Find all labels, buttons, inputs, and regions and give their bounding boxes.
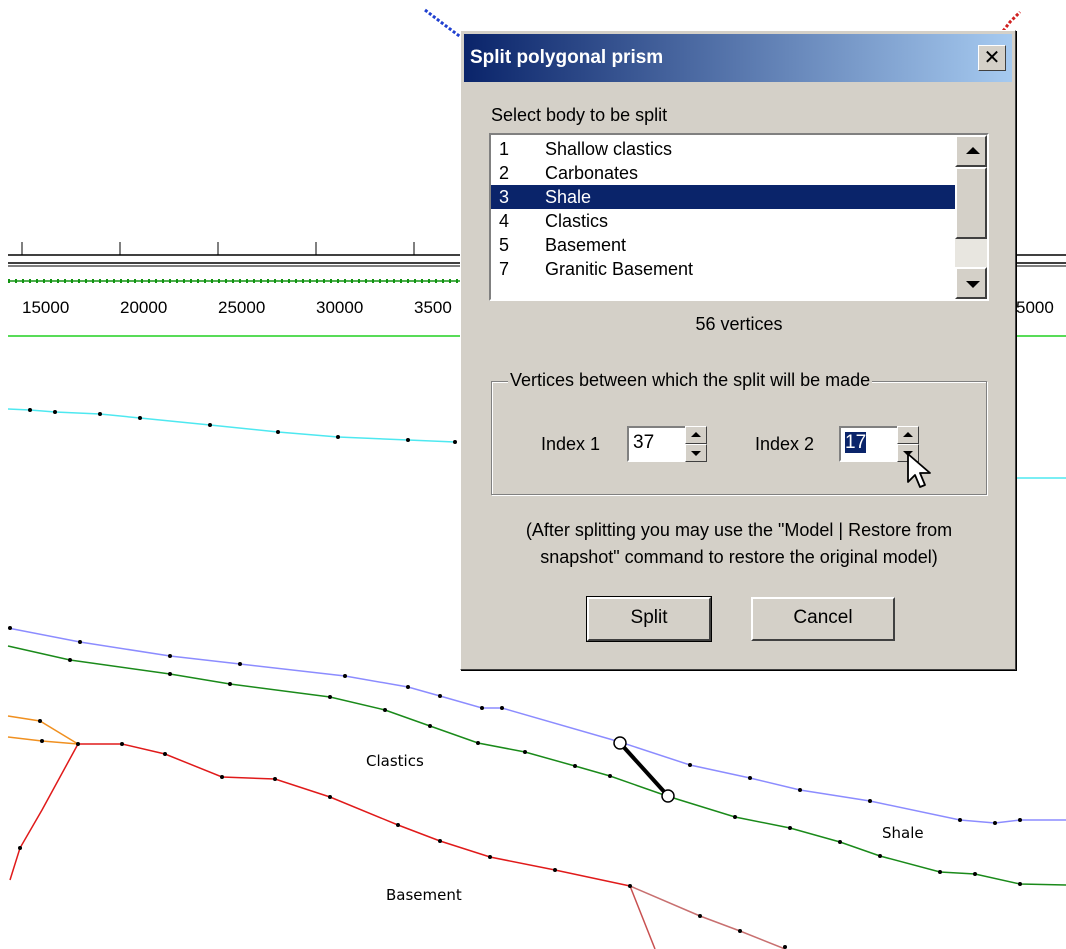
split-vertex-2[interactable] (661, 789, 675, 803)
body-listbox[interactable]: 1 Shallow clastics 2 Carbonates 3 Shale 4 Cl… (489, 133, 989, 301)
split-button-label: Split (630, 607, 668, 628)
index2-value: 17 (845, 432, 867, 453)
body-number: 1 (499, 139, 510, 159)
label-basement: Basement (386, 886, 462, 904)
dialog-title: Split polygonal prism (470, 47, 664, 68)
pink-boundary (629, 885, 786, 949)
split-vertex-1[interactable] (613, 736, 627, 750)
index2-input[interactable]: 17 (839, 426, 899, 462)
cyan-boundary (7, 408, 456, 443)
green-boundary (7, 645, 1066, 886)
split-button[interactable]: Split (586, 596, 712, 642)
scroll-thumb[interactable] (955, 167, 987, 239)
close-icon: ✕ (983, 45, 1001, 69)
list-item-body-3-selected[interactable]: 3 Shale (491, 185, 957, 209)
listbox-scrollbar[interactable] (955, 135, 987, 299)
tick-label-45000: 5000 (1016, 298, 1054, 317)
dialog-titlebar[interactable]: Split polygonal prism ✕ (464, 34, 1012, 82)
vertex-count: 56 vertices (695, 314, 783, 334)
tick-label-25000: 25000 (218, 298, 265, 317)
body-number: 7 (499, 259, 510, 279)
index2-label: Index 2 (755, 434, 815, 454)
group-title: Vertices between which the split will be… (508, 370, 873, 391)
scroll-down-icon (966, 281, 980, 288)
tick-label-15000: 15000 (22, 298, 69, 317)
list-item-body-2[interactable]: 2 Carbonates (491, 161, 957, 185)
red-boundary-left (9, 743, 79, 881)
mouse-pointer-icon (907, 453, 931, 488)
body-number: 4 (499, 211, 510, 231)
restore-note: (After splitting you may use the "Model … (461, 517, 1017, 571)
body-number: 5 (499, 235, 510, 255)
body-name: Shallow clastics (545, 139, 673, 159)
label-clastics: Clastics (366, 752, 424, 770)
list-item-body-5[interactable]: 5 Basement (491, 233, 957, 257)
spin-up-icon (691, 432, 701, 437)
scroll-up-button[interactable] (955, 135, 987, 167)
tick-label-30000: 30000 (316, 298, 363, 317)
topography-left (424, 8, 463, 40)
body-name: Granitic Basement (545, 259, 694, 279)
index2-up-button[interactable] (897, 426, 919, 444)
red-boundary (78, 743, 631, 887)
note-line-1: (After splitting you may use the "Model … (525, 520, 953, 540)
body-name: Carbonates (545, 163, 639, 183)
index1-up-button[interactable] (685, 426, 707, 444)
index1-value: 37 (633, 432, 655, 453)
cancel-button[interactable]: Cancel (751, 597, 895, 641)
spin-down-icon (691, 451, 701, 456)
body-number: 3 (499, 187, 510, 207)
list-item-body-1[interactable]: 1 Shallow clastics (491, 137, 957, 161)
body-name: Basement (545, 235, 627, 255)
close-button[interactable]: ✕ (978, 45, 1006, 71)
cancel-button-label: Cancel (793, 607, 853, 628)
body-name: Clastics (545, 211, 609, 231)
spin-up-icon (903, 432, 913, 437)
list-item-body-7[interactable]: 7 Granitic Basement (491, 257, 957, 281)
index1-input[interactable]: 37 (627, 426, 687, 462)
scroll-down-button[interactable] (955, 267, 987, 299)
tick-label-35000: 3500 (414, 298, 452, 317)
label-shale: Shale (882, 824, 924, 842)
split-prism-dialog: Split polygonal prism ✕ Select body to b… (460, 30, 1016, 670)
index1-label: Index 1 (541, 434, 601, 454)
index1-down-button[interactable] (685, 444, 707, 462)
select-body-label: Select body to be split (491, 105, 668, 125)
scroll-up-icon (966, 147, 980, 154)
index1-spinner[interactable] (685, 426, 707, 462)
body-name: Shale (545, 187, 592, 207)
tick-label-20000: 20000 (120, 298, 167, 317)
note-line-2: snapshot" command to restore the origina… (540, 547, 938, 567)
list-item-body-4[interactable]: 4 Clastics (491, 209, 957, 233)
body-number: 2 (499, 163, 510, 183)
